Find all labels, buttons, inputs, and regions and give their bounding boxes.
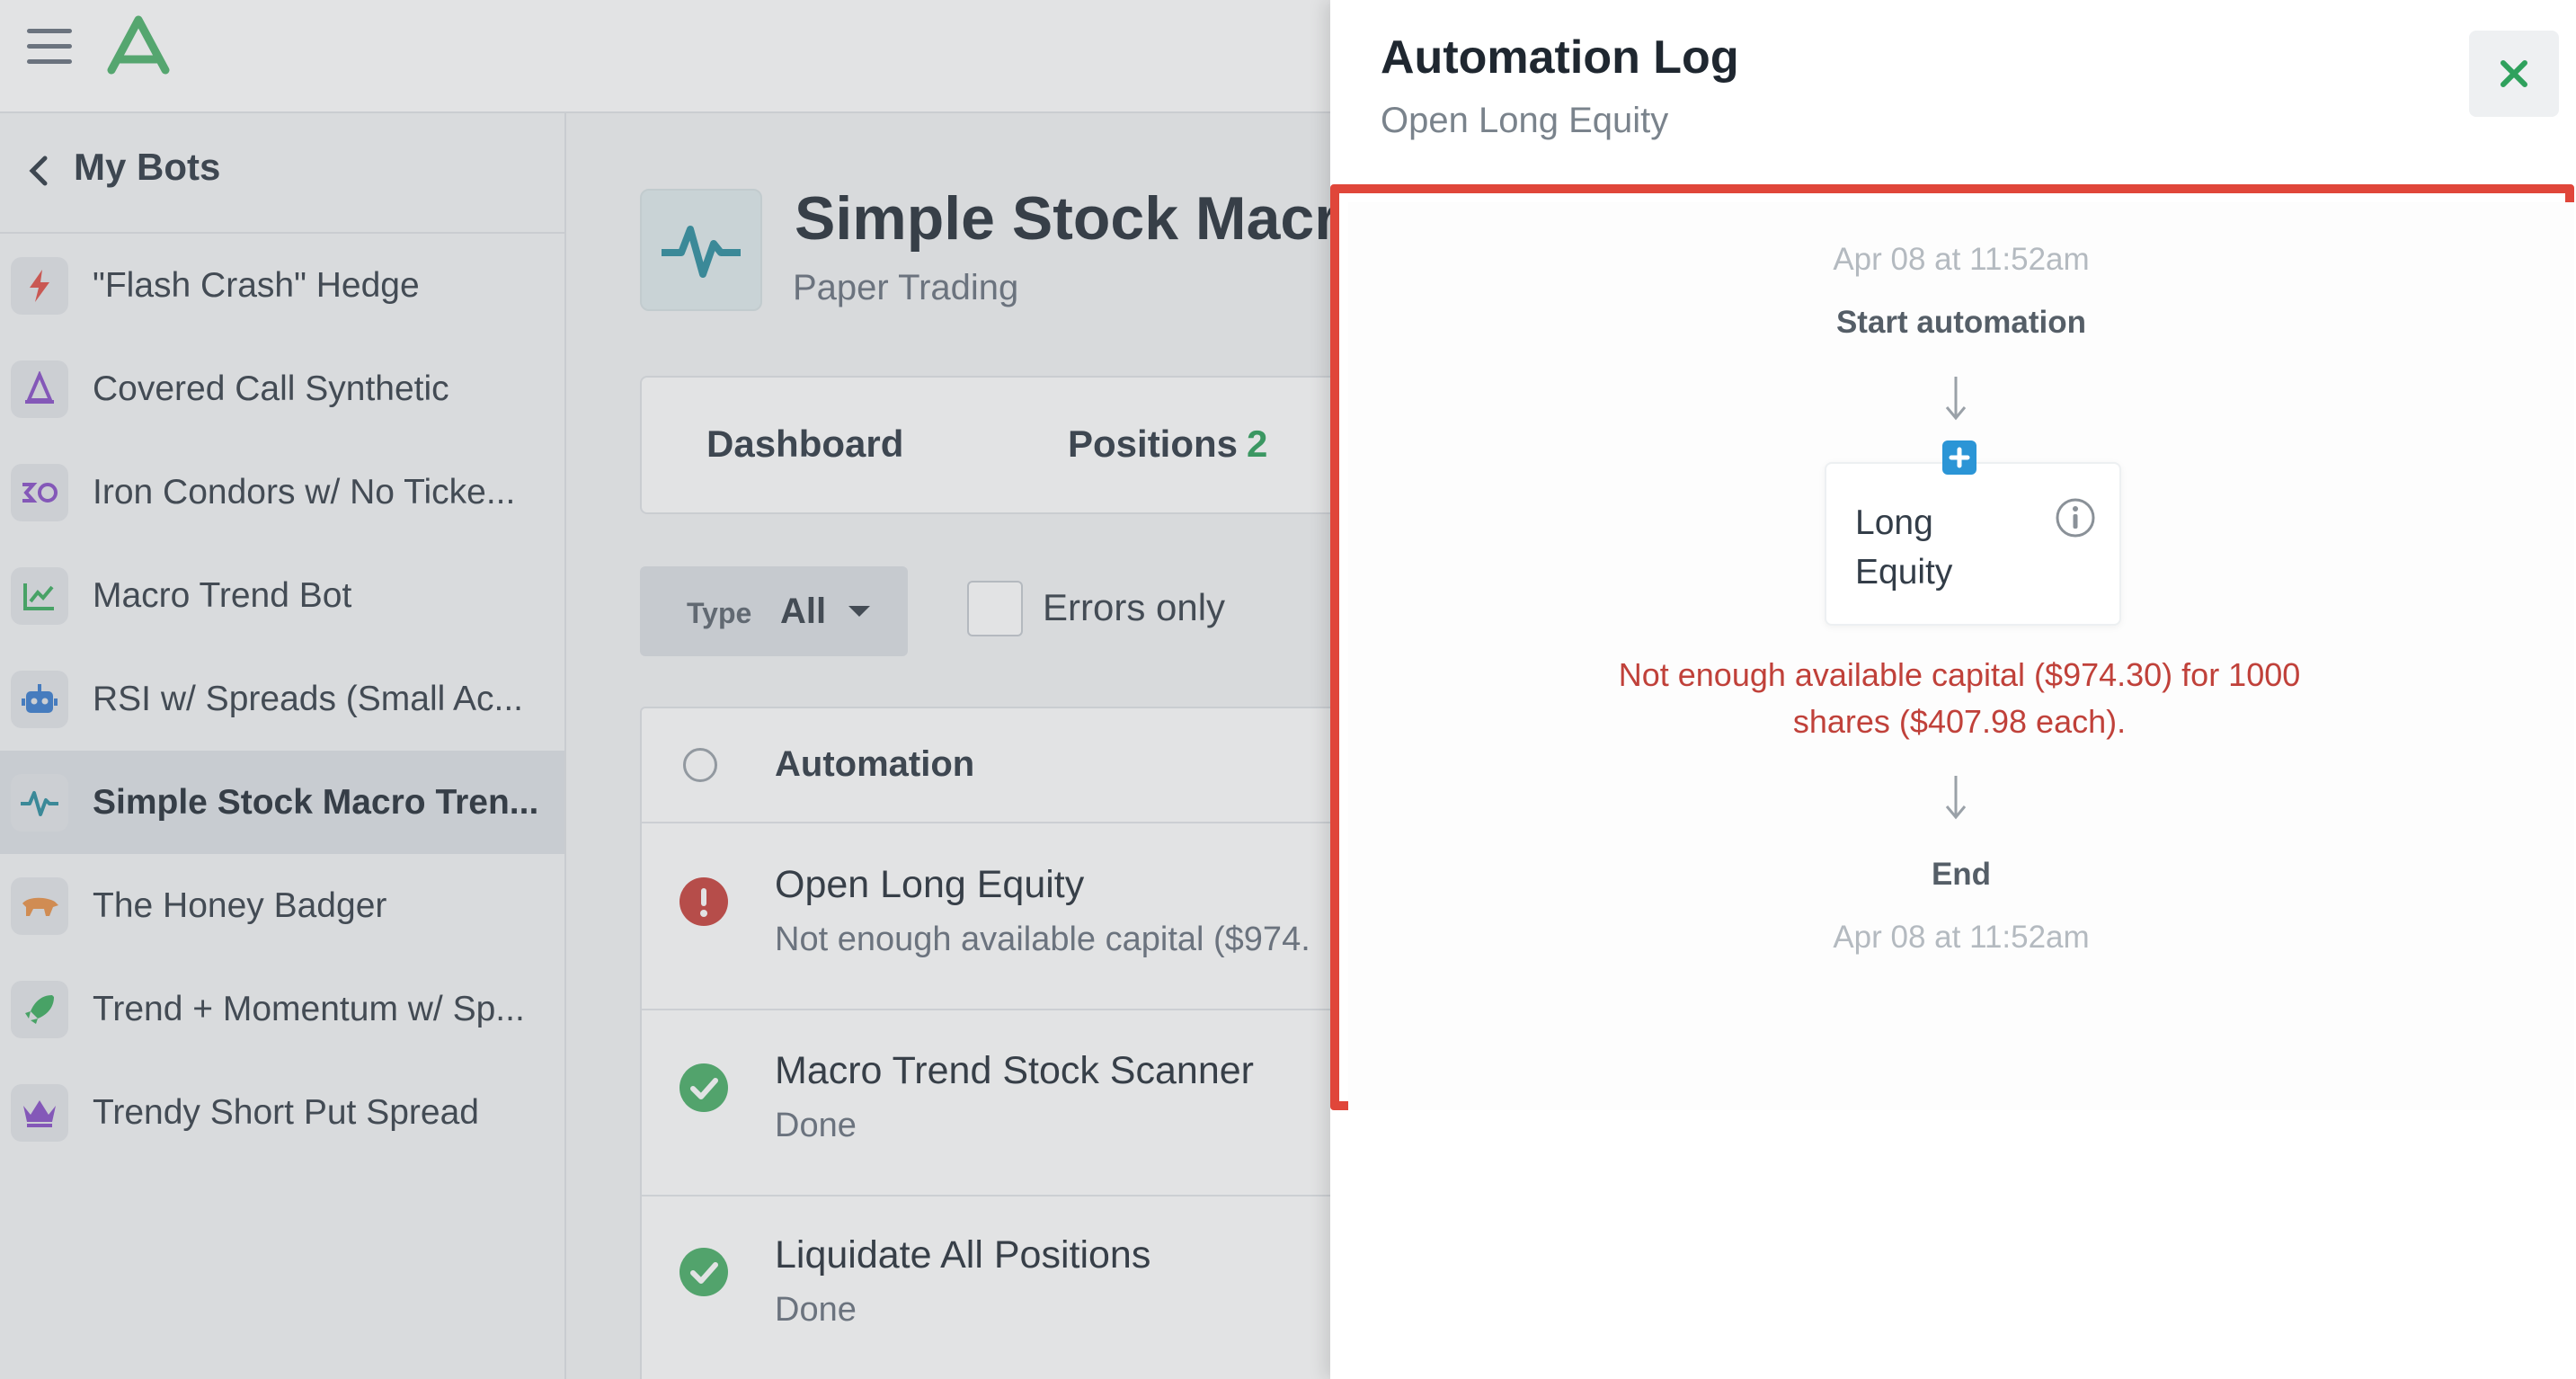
automation-log-flow: Apr 08 at 11:52am Start automation Long … — [1348, 202, 2574, 1110]
start-timestamp: Apr 08 at 11:52am — [1833, 242, 2090, 277]
start-automation-label: Start automation — [1835, 305, 2087, 340]
action-card-long-equity[interactable]: Long Equity — [1825, 462, 2121, 626]
action-label: Long Equity — [1855, 503, 1953, 592]
log-highlight-frame: Apr 08 at 11:52am Start automation Long … — [1330, 184, 2574, 1110]
close-button[interactable] — [2469, 31, 2559, 117]
close-icon — [2500, 60, 2527, 87]
end-label: End — [1931, 857, 1992, 892]
modal-backdrop[interactable] — [0, 0, 1330, 1379]
end-timestamp: Apr 08 at 11:52am — [1833, 920, 2090, 955]
plus-icon[interactable] — [1942, 440, 1976, 475]
panel-subtitle: Open Long Equity — [1381, 101, 1669, 140]
automation-log-panel: Automation Log Open Long Equity Apr 08 a… — [1330, 0, 2576, 1379]
error-message: Not enough available capital ($974.30) f… — [1618, 656, 2301, 740]
info-icon[interactable] — [2054, 496, 2097, 539]
arrow-down-icon — [1945, 776, 1967, 820]
arrow-down-icon — [1945, 377, 1967, 421]
panel-title: Automation Log — [1381, 31, 1739, 84]
